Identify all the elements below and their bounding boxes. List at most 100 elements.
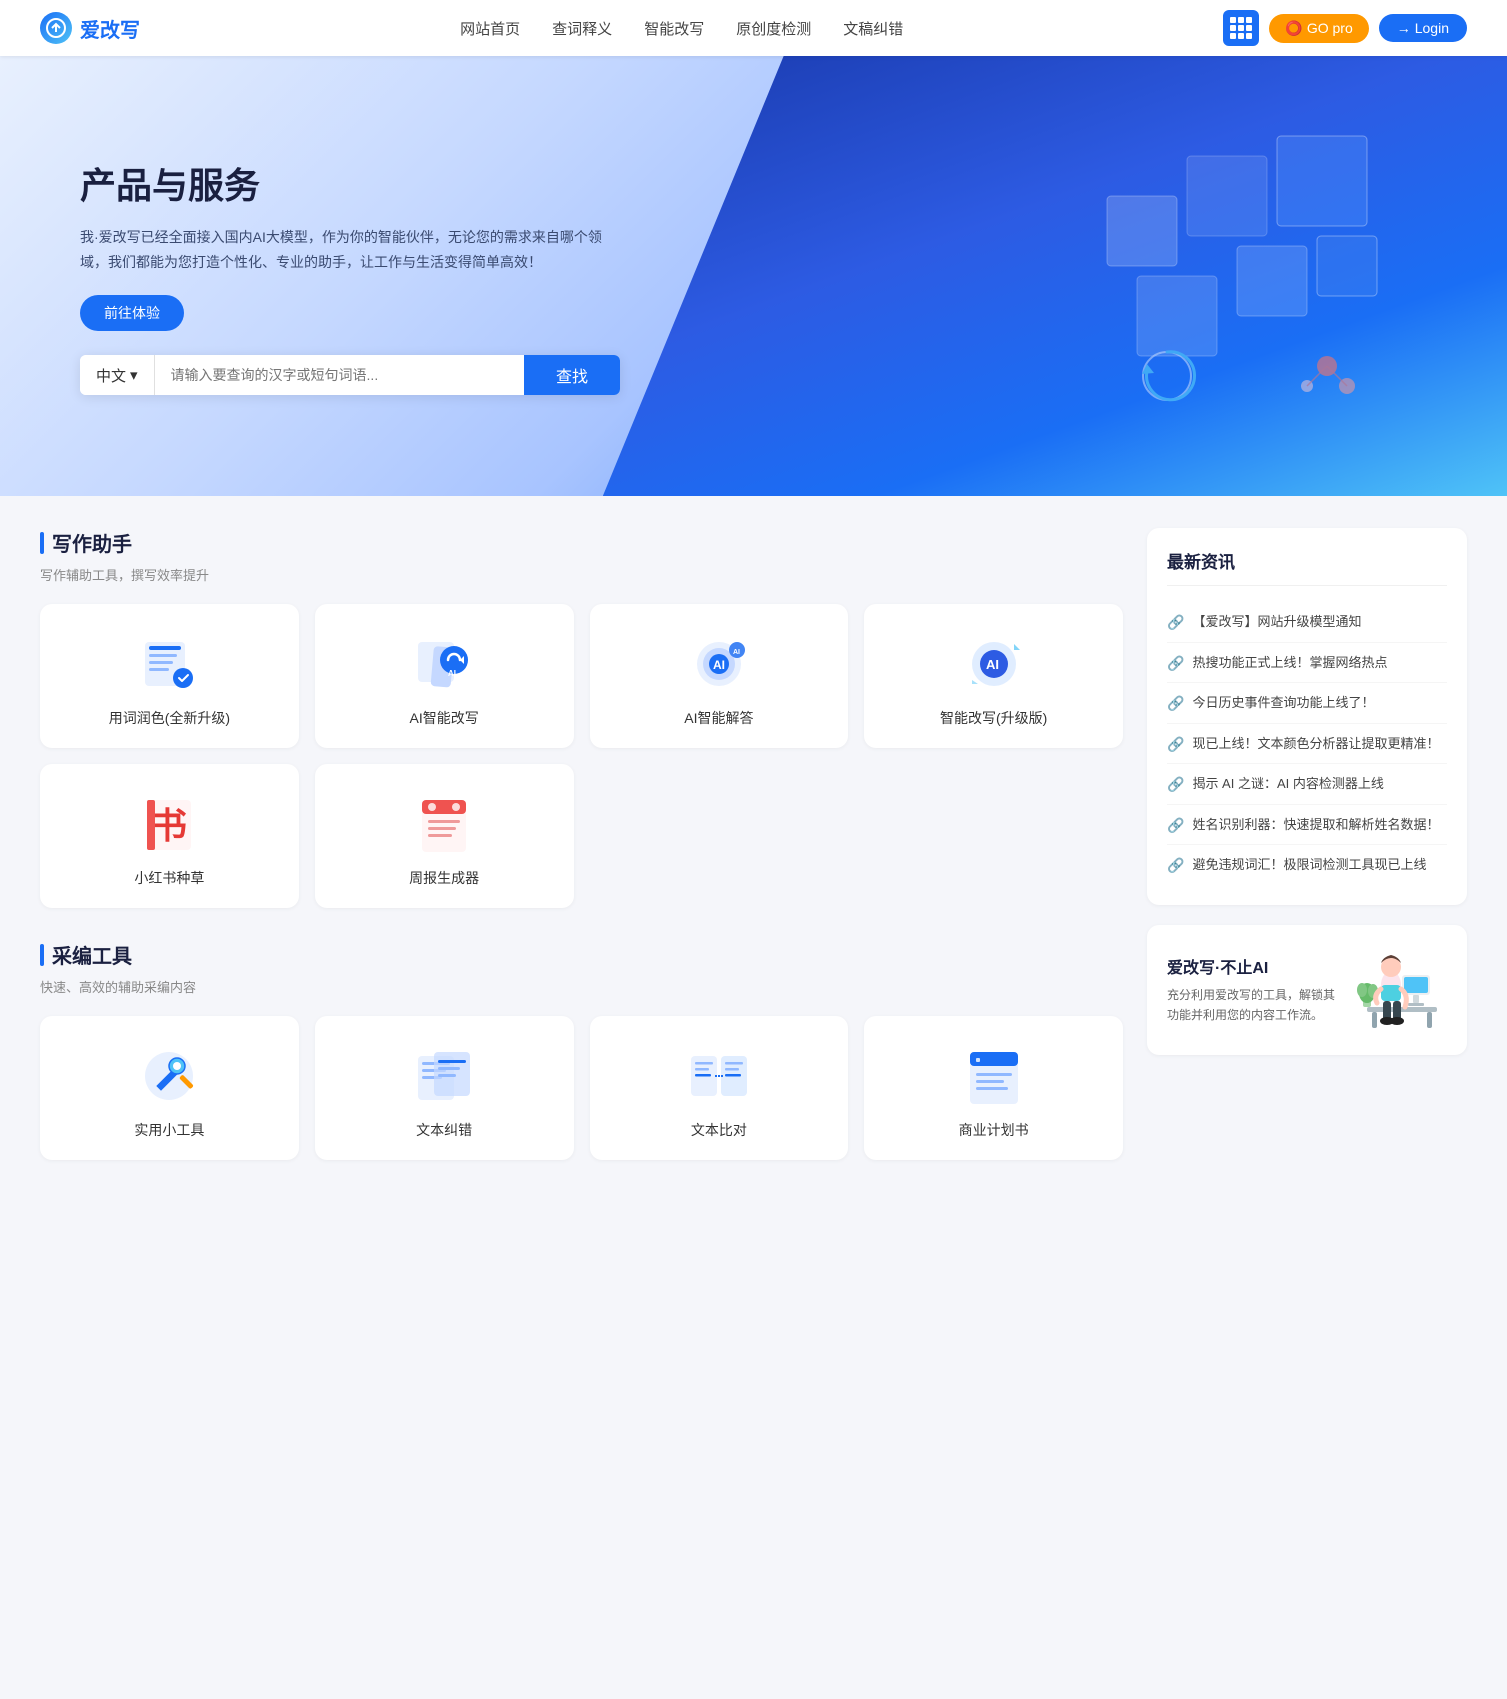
search-bar: 中文 ▾ 查找 (80, 355, 620, 395)
hero-description: 我·爱改写已经全面接入国内AI大模型，作为你的智能伙伴，无论您的需求来自哪个领域… (80, 225, 620, 275)
tool-icon-text-correct (412, 1044, 476, 1108)
news-panel: 最新资讯 🔗 【爱改写】网站升级模型通知 🔗 热搜功能正式上线！掌握网络热点 🔗… (1147, 528, 1467, 905)
tool-business-plan[interactable]: 商业计划书 (864, 1016, 1123, 1160)
tool-label-yongci: 用词润色(全新升级) (109, 708, 230, 728)
tool-label-utils: 实用小工具 (134, 1120, 204, 1140)
nav-proofread[interactable]: 文稿纠错 (843, 21, 903, 38)
logo-icon (40, 12, 72, 44)
news-text-4: 揭示 AI 之谜：AI 内容检测器上线 (1192, 774, 1383, 794)
nav-dict[interactable]: 查词释义 (552, 21, 612, 38)
link-icon-2: 🔗 (1167, 695, 1184, 712)
section-bar-editor (40, 944, 44, 966)
news-item-2[interactable]: 🔗 今日历史事件查询功能上线了！ (1167, 683, 1447, 724)
search-input[interactable] (155, 355, 524, 395)
nav-original[interactable]: 原创度检测 (736, 21, 811, 38)
svg-text:AI: AI (448, 669, 456, 678)
tool-utils[interactable]: 实用小工具 (40, 1016, 299, 1160)
tool-label-weekly-report: 周报生成器 (409, 868, 479, 888)
news-item-6[interactable]: 🔗 避免违规词汇！极限词检测工具现已上线 (1167, 845, 1447, 885)
link-icon-4: 🔗 (1167, 776, 1184, 793)
go-pro-button[interactable]: ⭕ GO pro (1269, 14, 1368, 43)
news-text-2: 今日历史事件查询功能上线了！ (1192, 693, 1374, 713)
navbar: 爱改写 网站首页 查词释义 智能改写 原创度检测 文稿纠错 ⭕ GO pro →… (0, 0, 1507, 56)
link-icon-1: 🔗 (1167, 655, 1184, 672)
logo-text: 爱改写 (80, 14, 140, 43)
tool-label-xiaohongshu: 小红书种草 (134, 868, 204, 888)
writing-tools-header: 写作助手 (40, 528, 1123, 557)
tool-icon-text-compare (687, 1044, 751, 1108)
login-icon: → (1397, 20, 1411, 36)
search-button[interactable]: 查找 (524, 355, 620, 395)
tool-text-correct[interactable]: 文本纠错 (315, 1016, 574, 1160)
writing-tools-sub: 写作辅助工具，撰写效率提升 (40, 565, 1123, 584)
news-item-1[interactable]: 🔗 热搜功能正式上线！掌握网络热点 (1167, 643, 1447, 684)
nav-home[interactable]: 网站首页 (460, 21, 520, 38)
news-panel-title: 最新资讯 (1167, 548, 1447, 586)
news-item-5[interactable]: 🔗 姓名识别利器：快速提取和解析姓名数据！ (1167, 805, 1447, 846)
main-nav: 网站首页 查词释义 智能改写 原创度检测 文稿纠错 (460, 18, 903, 39)
language-selector[interactable]: 中文 ▾ (80, 355, 155, 395)
tool-icon-utils (137, 1044, 201, 1108)
link-icon-6: 🔗 (1167, 857, 1184, 874)
svg-text:AI: AI (733, 649, 740, 656)
tool-text-compare[interactable]: 文本比对 (590, 1016, 849, 1160)
svg-text:AI: AI (713, 658, 725, 672)
tool-icon-smart-rewrite: AI (962, 632, 1026, 696)
svg-text:书: 书 (151, 805, 187, 846)
tool-yongci[interactable]: 用词润色(全新升级) (40, 604, 299, 748)
logo[interactable]: 爱改写 (40, 12, 140, 44)
tool-label-ai-answer: AI智能解答 (684, 708, 753, 728)
editor-tools-sub: 快速、高效的辅助采编内容 (40, 977, 1123, 996)
editor-tools-header: 采编工具 (40, 940, 1123, 969)
promo-text: 爱改写·不止AI 充分利用爱改写的工具，解锁其功能并利用您的内容工作流。 (1167, 954, 1341, 1024)
news-text-3: 现已上线！文本颜色分析器让提取更精准！ (1192, 734, 1439, 754)
news-item-3[interactable]: 🔗 现已上线！文本颜色分析器让提取更精准！ (1167, 724, 1447, 765)
grid-icon (1230, 17, 1252, 39)
tool-xiaohongshu[interactable]: 书 小红书种草 (40, 764, 299, 908)
apps-button[interactable] (1223, 10, 1259, 46)
try-button[interactable]: 前往体验 (80, 295, 184, 331)
navbar-actions: ⭕ GO pro → Login (1223, 10, 1467, 46)
tool-icon-weekly-report (412, 792, 476, 856)
tool-smart-rewrite[interactable]: AI 智能改写(升级版) (864, 604, 1123, 748)
chevron-down-icon: ▾ (130, 366, 138, 384)
hero-section: 产品与服务 我·爱改写已经全面接入国内AI大模型，作为你的智能伙伴，无论您的需求… (0, 56, 1507, 496)
news-item-4[interactable]: 🔗 揭示 AI 之谜：AI 内容检测器上线 (1167, 764, 1447, 805)
news-text-1: 热搜功能正式上线！掌握网络热点 (1192, 653, 1387, 673)
content-right: 最新资讯 🔗 【爱改写】网站升级模型通知 🔗 热搜功能正式上线！掌握网络热点 🔗… (1147, 528, 1467, 1192)
tool-icon-business-plan (962, 1044, 1026, 1108)
tool-ai-rewrite[interactable]: AI AI智能改写 (315, 604, 574, 748)
main-content: 写作助手 写作辅助工具，撰写效率提升 用词润色(全新升级) (0, 496, 1507, 1224)
nav-rewrite[interactable]: 智能改写 (644, 21, 704, 38)
tool-icon-ai-rewrite: AI (412, 632, 476, 696)
content-left: 写作助手 写作辅助工具，撰写效率提升 用词润色(全新升级) (40, 528, 1123, 1192)
login-label: Login (1415, 20, 1449, 36)
news-text-5: 姓名识别利器：快速提取和解析姓名数据！ (1192, 815, 1439, 835)
tool-label-business-plan: 商业计划书 (959, 1120, 1029, 1140)
tool-label-text-compare: 文本比对 (691, 1120, 747, 1140)
tool-ai-answer[interactable]: AI AI AI智能解答 (590, 604, 849, 748)
promo-description: 充分利用爱改写的工具，解锁其功能并利用您的内容工作流。 (1167, 986, 1341, 1024)
news-item-0[interactable]: 🔗 【爱改写】网站升级模型通知 (1167, 602, 1447, 643)
promo-title: 爱改写·不止AI (1167, 954, 1341, 978)
link-icon-3: 🔗 (1167, 736, 1184, 753)
news-text-6: 避免违规词汇！极限词检测工具现已上线 (1192, 855, 1426, 875)
promo-illustration (1357, 945, 1447, 1035)
go-pro-label: GO pro (1307, 20, 1353, 36)
tool-label-smart-rewrite: 智能改写(升级版) (940, 708, 1047, 728)
link-icon-5: 🔗 (1167, 817, 1184, 834)
tool-icon-xiaohongshu: 书 (137, 792, 201, 856)
editor-tools-grid: 实用小工具 文本纠错 (40, 1016, 1123, 1160)
editor-tools-title: 采编工具 (52, 940, 132, 969)
tool-weekly-report[interactable]: 周报生成器 (315, 764, 574, 908)
writing-tools-title: 写作助手 (52, 528, 132, 557)
section-bar (40, 532, 44, 554)
link-icon-0: 🔗 (1167, 614, 1184, 631)
tool-label-ai-rewrite: AI智能改写 (410, 708, 479, 728)
news-text-0: 【爱改写】网站升级模型通知 (1192, 612, 1361, 632)
hero-deco-shapes (1087, 116, 1387, 441)
promo-card: 爱改写·不止AI 充分利用爱改写的工具，解锁其功能并利用您的内容工作流。 (1147, 925, 1467, 1055)
svg-text:AI: AI (986, 657, 999, 672)
tool-label-text-correct: 文本纠错 (416, 1120, 472, 1140)
login-button[interactable]: → Login (1379, 14, 1467, 42)
